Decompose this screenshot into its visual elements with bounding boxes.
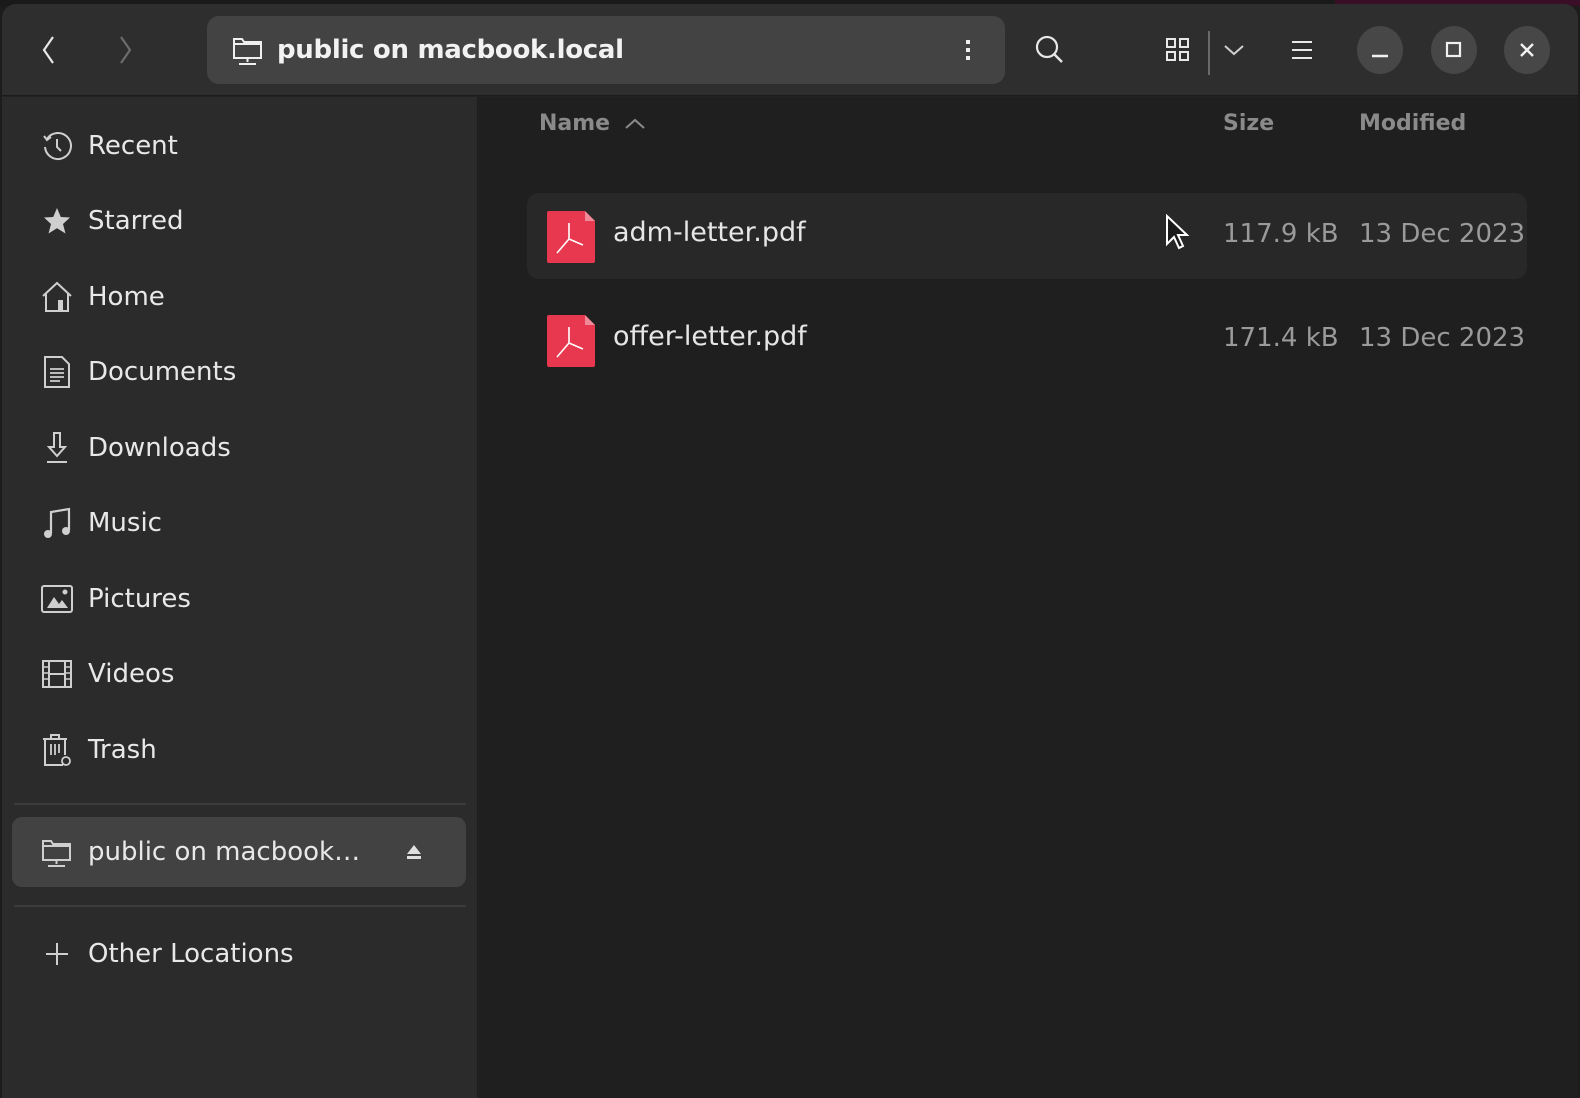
file-size: 171.4 kB	[1223, 323, 1339, 353]
sidebar-item-label: Home	[88, 282, 165, 312]
pdf-file-icon	[547, 211, 595, 263]
sidebar-item-label: Trash	[88, 735, 157, 765]
mouse-pointer-icon	[1166, 214, 1190, 250]
sidebar-item-downloads[interactable]: Downloads	[12, 413, 466, 483]
network-folder-icon	[231, 33, 265, 67]
file-list-view: Name Size Modified adm-letter.pdf 117.9 …	[479, 97, 1578, 1098]
chevron-left-icon	[42, 36, 54, 64]
sidebar-divider	[14, 905, 466, 907]
sidebar-item-network-mount[interactable]: public on macbook…	[12, 817, 466, 887]
plus-icon	[40, 937, 74, 971]
sidebar-item-label: Downloads	[88, 433, 231, 463]
network-folder-icon	[40, 835, 74, 869]
file-name: offer-letter.pdf	[613, 321, 807, 352]
column-header-modified[interactable]: Modified	[1359, 111, 1466, 136]
column-header-label: Size	[1223, 111, 1275, 136]
file-modified: 13 Dec 2023	[1359, 323, 1526, 353]
column-header-label: Modified	[1359, 111, 1467, 136]
sidebar-item-trash[interactable]: Trash	[12, 715, 466, 785]
sidebar-item-label: Recent	[88, 131, 178, 161]
grid-view-icon	[1166, 38, 1189, 61]
sidebar-item-label: Starred	[88, 206, 184, 236]
maximize-icon	[1445, 41, 1462, 58]
main-menu-button[interactable]	[1278, 26, 1326, 74]
home-icon	[40, 280, 74, 314]
clock-icon	[40, 129, 74, 163]
forward-button[interactable]	[104, 26, 148, 74]
search-icon	[1035, 35, 1063, 63]
column-header-label: Name	[539, 111, 611, 136]
sidebar-item-label: Pictures	[88, 584, 191, 614]
sidebar-item-label: Documents	[88, 357, 237, 387]
music-note-icon	[40, 506, 74, 540]
location-bar[interactable]: public on macbook.local	[207, 16, 1005, 84]
location-menu-button[interactable]	[951, 33, 985, 67]
sidebar-item-label: Videos	[88, 659, 175, 689]
star-icon	[40, 204, 74, 238]
sidebar-item-label: Music	[88, 508, 162, 538]
minimize-icon	[1372, 54, 1388, 58]
file-size: 117.9 kB	[1223, 219, 1339, 249]
sidebar-item-videos[interactable]: Videos	[12, 639, 466, 709]
sidebar-item-starred[interactable]: Starred	[12, 186, 466, 256]
sidebar-item-recent[interactable]: Recent	[12, 111, 466, 181]
location-label: public on macbook.local	[277, 35, 624, 65]
sidebar-item-home[interactable]: Home	[12, 262, 466, 332]
back-button[interactable]	[26, 26, 70, 74]
file-row[interactable]: adm-letter.pdf 117.9 kB 13 Dec 2023	[527, 193, 1527, 279]
close-button[interactable]	[1504, 26, 1550, 74]
pdf-file-icon	[547, 315, 595, 367]
header-bar: public on macbook.local	[2, 4, 1578, 96]
chevron-right-icon	[120, 36, 132, 64]
view-options-dropdown[interactable]	[1214, 26, 1254, 74]
download-icon	[40, 431, 74, 465]
file-name: adm-letter.pdf	[613, 217, 806, 248]
sidebar-item-other-locations[interactable]: Other Locations	[12, 919, 466, 989]
document-icon	[40, 355, 74, 389]
sidebar-item-pictures[interactable]: Pictures	[12, 564, 466, 634]
eject-button[interactable]	[404, 842, 424, 862]
minimize-button[interactable]	[1357, 26, 1403, 74]
eject-icon	[407, 845, 421, 859]
hamburger-menu-icon	[1292, 41, 1312, 59]
picture-icon	[40, 582, 74, 616]
vertical-ellipsis-icon	[966, 40, 970, 60]
sidebar-item-label: Other Locations	[88, 939, 294, 969]
close-icon	[1520, 43, 1534, 57]
search-button[interactable]	[1026, 26, 1074, 74]
column-header-name[interactable]: Name	[539, 111, 646, 136]
sidebar-item-documents[interactable]: Documents	[12, 337, 466, 407]
trash-icon	[40, 733, 74, 767]
film-icon	[40, 657, 74, 691]
file-row[interactable]: offer-letter.pdf 171.4 kB 13 Dec 2023	[527, 297, 1527, 383]
file-manager-window: public on macbook.local Recent Starred H…	[2, 4, 1578, 1098]
maximize-button[interactable]	[1431, 26, 1477, 74]
sidebar-item-label: public on macbook…	[88, 837, 361, 867]
chevron-down-icon	[1224, 45, 1244, 56]
column-header-size[interactable]: Size	[1223, 111, 1274, 136]
sort-ascending-icon	[624, 117, 646, 131]
sidebar-item-music[interactable]: Music	[12, 488, 466, 558]
file-modified: 13 Dec 2023	[1359, 219, 1526, 249]
view-separator	[1208, 31, 1210, 75]
view-toggle-button[interactable]	[1154, 26, 1202, 74]
sidebar-divider	[14, 803, 466, 805]
sidebar: Recent Starred Home Documents Downloads …	[2, 97, 478, 1098]
